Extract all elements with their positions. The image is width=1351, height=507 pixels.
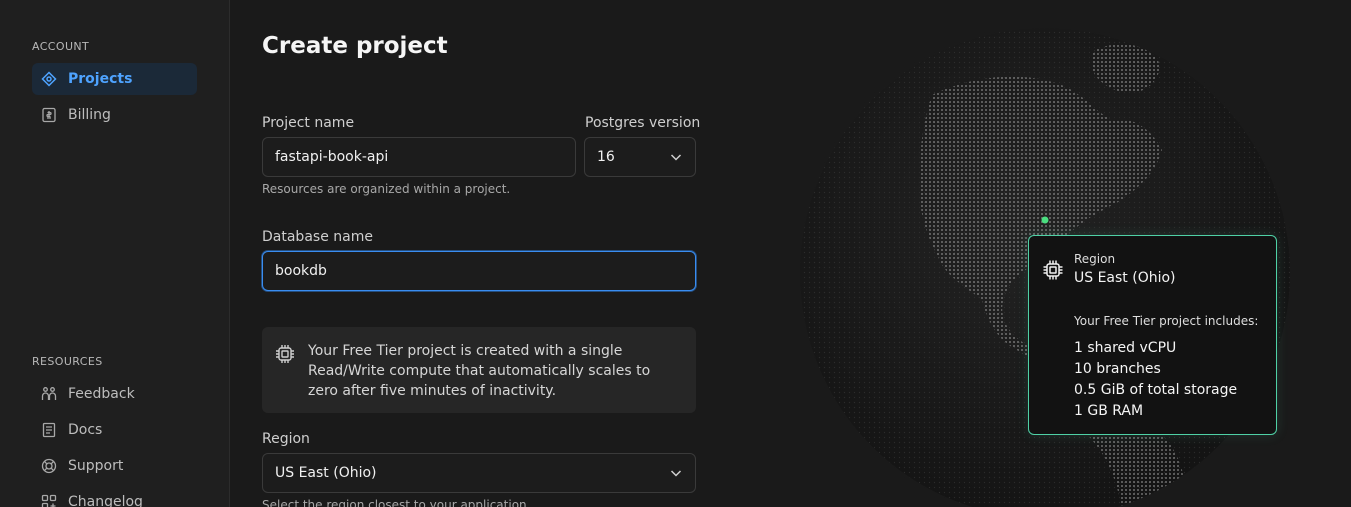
database-name-value: bookdb — [275, 263, 327, 279]
sidebar-item-label: Changelog — [68, 494, 143, 507]
sidebar-item-feedback[interactable]: Feedback — [32, 378, 197, 410]
free-tier-info-text: Your Free Tier project is created with a… — [308, 343, 651, 399]
project-name-helper: Resources are organized within a project… — [262, 182, 511, 196]
sidebar-item-support[interactable]: Support — [32, 450, 197, 482]
projects-icon — [40, 70, 58, 88]
project-name-input[interactable]: fastapi-book-api — [262, 137, 576, 177]
free-tier-info-box: Your Free Tier project is created with a… — [262, 327, 696, 413]
region-label: Region — [262, 431, 310, 447]
region-select[interactable]: US East (Ohio) — [262, 453, 696, 493]
sidebar-item-docs[interactable]: Docs — [32, 414, 197, 446]
sidebar: ACCOUNT Projects Billing RESOURCES Feedb… — [0, 0, 230, 507]
region-value: US East (Ohio) — [275, 465, 377, 481]
postgres-version-value: 16 — [597, 149, 615, 165]
database-name-label: Database name — [262, 229, 373, 245]
create-project-form: Create project Project name fastapi-book… — [231, 0, 791, 507]
tooltip-region-value: US East (Ohio) — [1074, 270, 1176, 286]
support-icon — [40, 457, 58, 475]
changelog-icon — [40, 493, 58, 507]
sidebar-item-label: Docs — [68, 422, 103, 438]
project-name-label: Project name — [262, 115, 355, 131]
list-item: 10 branches — [1074, 361, 1161, 377]
billing-icon — [40, 106, 58, 124]
tooltip-features-list: 1 shared vCPU 10 branches 0.5 GiB of tot… — [1074, 338, 1264, 422]
sidebar-item-changelog[interactable]: Changelog — [32, 486, 197, 507]
chevron-down-icon — [670, 470, 682, 477]
chip-icon — [1043, 260, 1063, 280]
resources-section-label: RESOURCES — [32, 355, 103, 368]
region-helper: Select the region closest to your applic… — [262, 498, 531, 507]
sidebar-item-label: Feedback — [68, 386, 135, 402]
project-name-value: fastapi-book-api — [275, 149, 389, 165]
postgres-version-select[interactable]: 16 — [584, 137, 696, 177]
sidebar-item-label: Support — [68, 458, 124, 474]
list-item: 1 GB RAM — [1074, 403, 1144, 419]
docs-icon — [40, 421, 58, 439]
sidebar-item-label: Projects — [68, 71, 133, 87]
sidebar-item-projects[interactable]: Projects — [32, 63, 197, 95]
tooltip-includes-label: Your Free Tier project includes: — [1074, 314, 1259, 328]
sidebar-item-billing[interactable]: Billing — [32, 99, 197, 131]
account-section-label: ACCOUNT — [32, 40, 90, 53]
database-name-input[interactable]: bookdb — [262, 251, 696, 291]
tooltip-region-label: Region — [1074, 252, 1116, 266]
page-title: Create project — [262, 33, 448, 59]
list-item: 1 shared vCPU — [1074, 340, 1177, 356]
feedback-icon — [40, 385, 58, 403]
list-item: 0.5 GiB of total storage — [1074, 382, 1238, 398]
region-tooltip: Region US East (Ohio) Your Free Tier pro… — [1028, 235, 1277, 435]
sidebar-item-label: Billing — [68, 107, 111, 123]
postgres-version-label: Postgres version — [585, 115, 701, 131]
chevron-down-icon — [670, 154, 682, 161]
chip-icon — [276, 345, 294, 363]
region-location-dot — [1041, 216, 1049, 224]
